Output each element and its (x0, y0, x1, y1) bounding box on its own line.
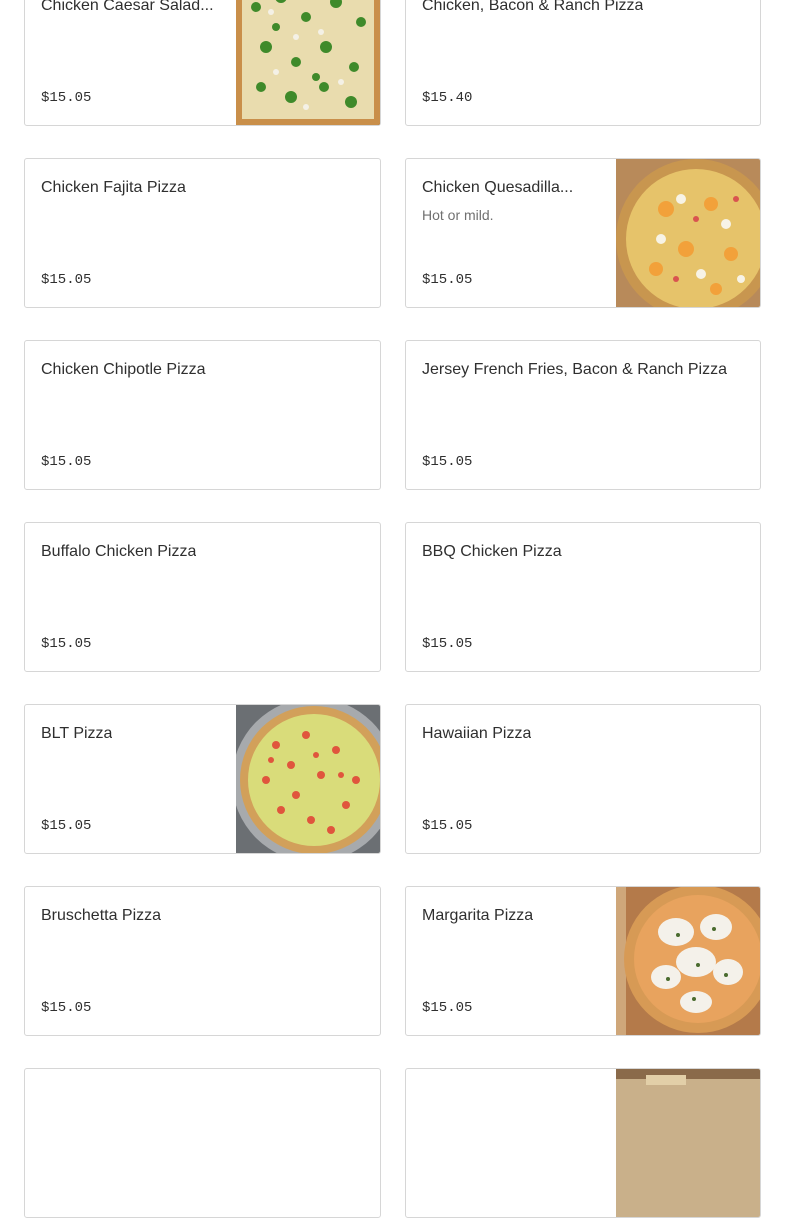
item-price: $15.05 (422, 1000, 473, 1016)
menu-item-card[interactable]: Jersey French Fries, Bacon & Ranch Pizza… (405, 340, 761, 490)
item-name: BLT Pizza (41, 725, 113, 742)
menu-item-card[interactable]: BLT Pizza $15.05 (24, 704, 381, 854)
menu-item-card[interactable]: Buffalo Chicken Pizza $15.05 (24, 522, 381, 672)
item-price: $15.05 (422, 818, 473, 834)
pizza-photo (616, 1069, 760, 1217)
menu-item-card[interactable]: Bruschetta Pizza $15.05 (24, 886, 381, 1036)
item-price: $15.05 (41, 818, 92, 834)
item-name: Chicken Caesar Salad... (41, 0, 214, 14)
item-name: BBQ Chicken Pizza (422, 543, 562, 560)
item-price: $15.05 (422, 272, 473, 288)
menu-item-card[interactable]: Chicken, Bacon & Ranch Pizza $15.40 (405, 0, 761, 126)
menu-item-card[interactable]: Hawaiian Pizza $15.05 (405, 704, 761, 854)
item-price: $15.05 (422, 454, 473, 470)
item-description: Hot or mild. (422, 207, 494, 223)
item-price: $15.05 (41, 90, 92, 106)
item-name: Buffalo Chicken Pizza (41, 543, 197, 560)
menu-item-card[interactable]: Chicken Quesadilla... Hot or mild. $15.0… (405, 158, 761, 308)
item-name: Chicken Chipotle Pizza (41, 361, 206, 378)
menu-item-card[interactable]: Margarita Pizza $15.05 (405, 886, 761, 1036)
menu-item-card[interactable]: Chicken Fajita Pizza $15.05 (24, 158, 381, 308)
item-price: $15.05 (41, 1000, 92, 1016)
item-price: $15.05 (422, 636, 473, 652)
item-name: Margarita Pizza (422, 907, 534, 924)
margarita-pizza-photo (616, 887, 760, 1035)
blt-pizza-photo (236, 705, 380, 853)
item-name: Chicken, Bacon & Ranch Pizza (422, 0, 644, 14)
item-name: Chicken Quesadilla... (422, 179, 574, 196)
item-name: Chicken Fajita Pizza (41, 179, 186, 196)
item-name: Bruschetta Pizza (41, 907, 162, 924)
menu-item-card[interactable]: Chicken Chipotle Pizza $15.05 (24, 340, 381, 490)
menu-item-card[interactable]: BBQ Chicken Pizza $15.05 (405, 522, 761, 672)
item-price: $15.40 (422, 90, 473, 106)
item-name: Jersey French Fries, Bacon & Ranch Pizza (422, 361, 728, 378)
menu-item-card[interactable]: Chicken Caesar Salad... $15.05 (24, 0, 381, 126)
item-price: $15.05 (41, 454, 92, 470)
item-name: Hawaiian Pizza (422, 725, 532, 742)
item-price: $15.05 (41, 272, 92, 288)
item-price: $15.05 (41, 636, 92, 652)
quesadilla-pizza-photo (616, 159, 760, 307)
caesar-pizza-photo (236, 0, 380, 125)
